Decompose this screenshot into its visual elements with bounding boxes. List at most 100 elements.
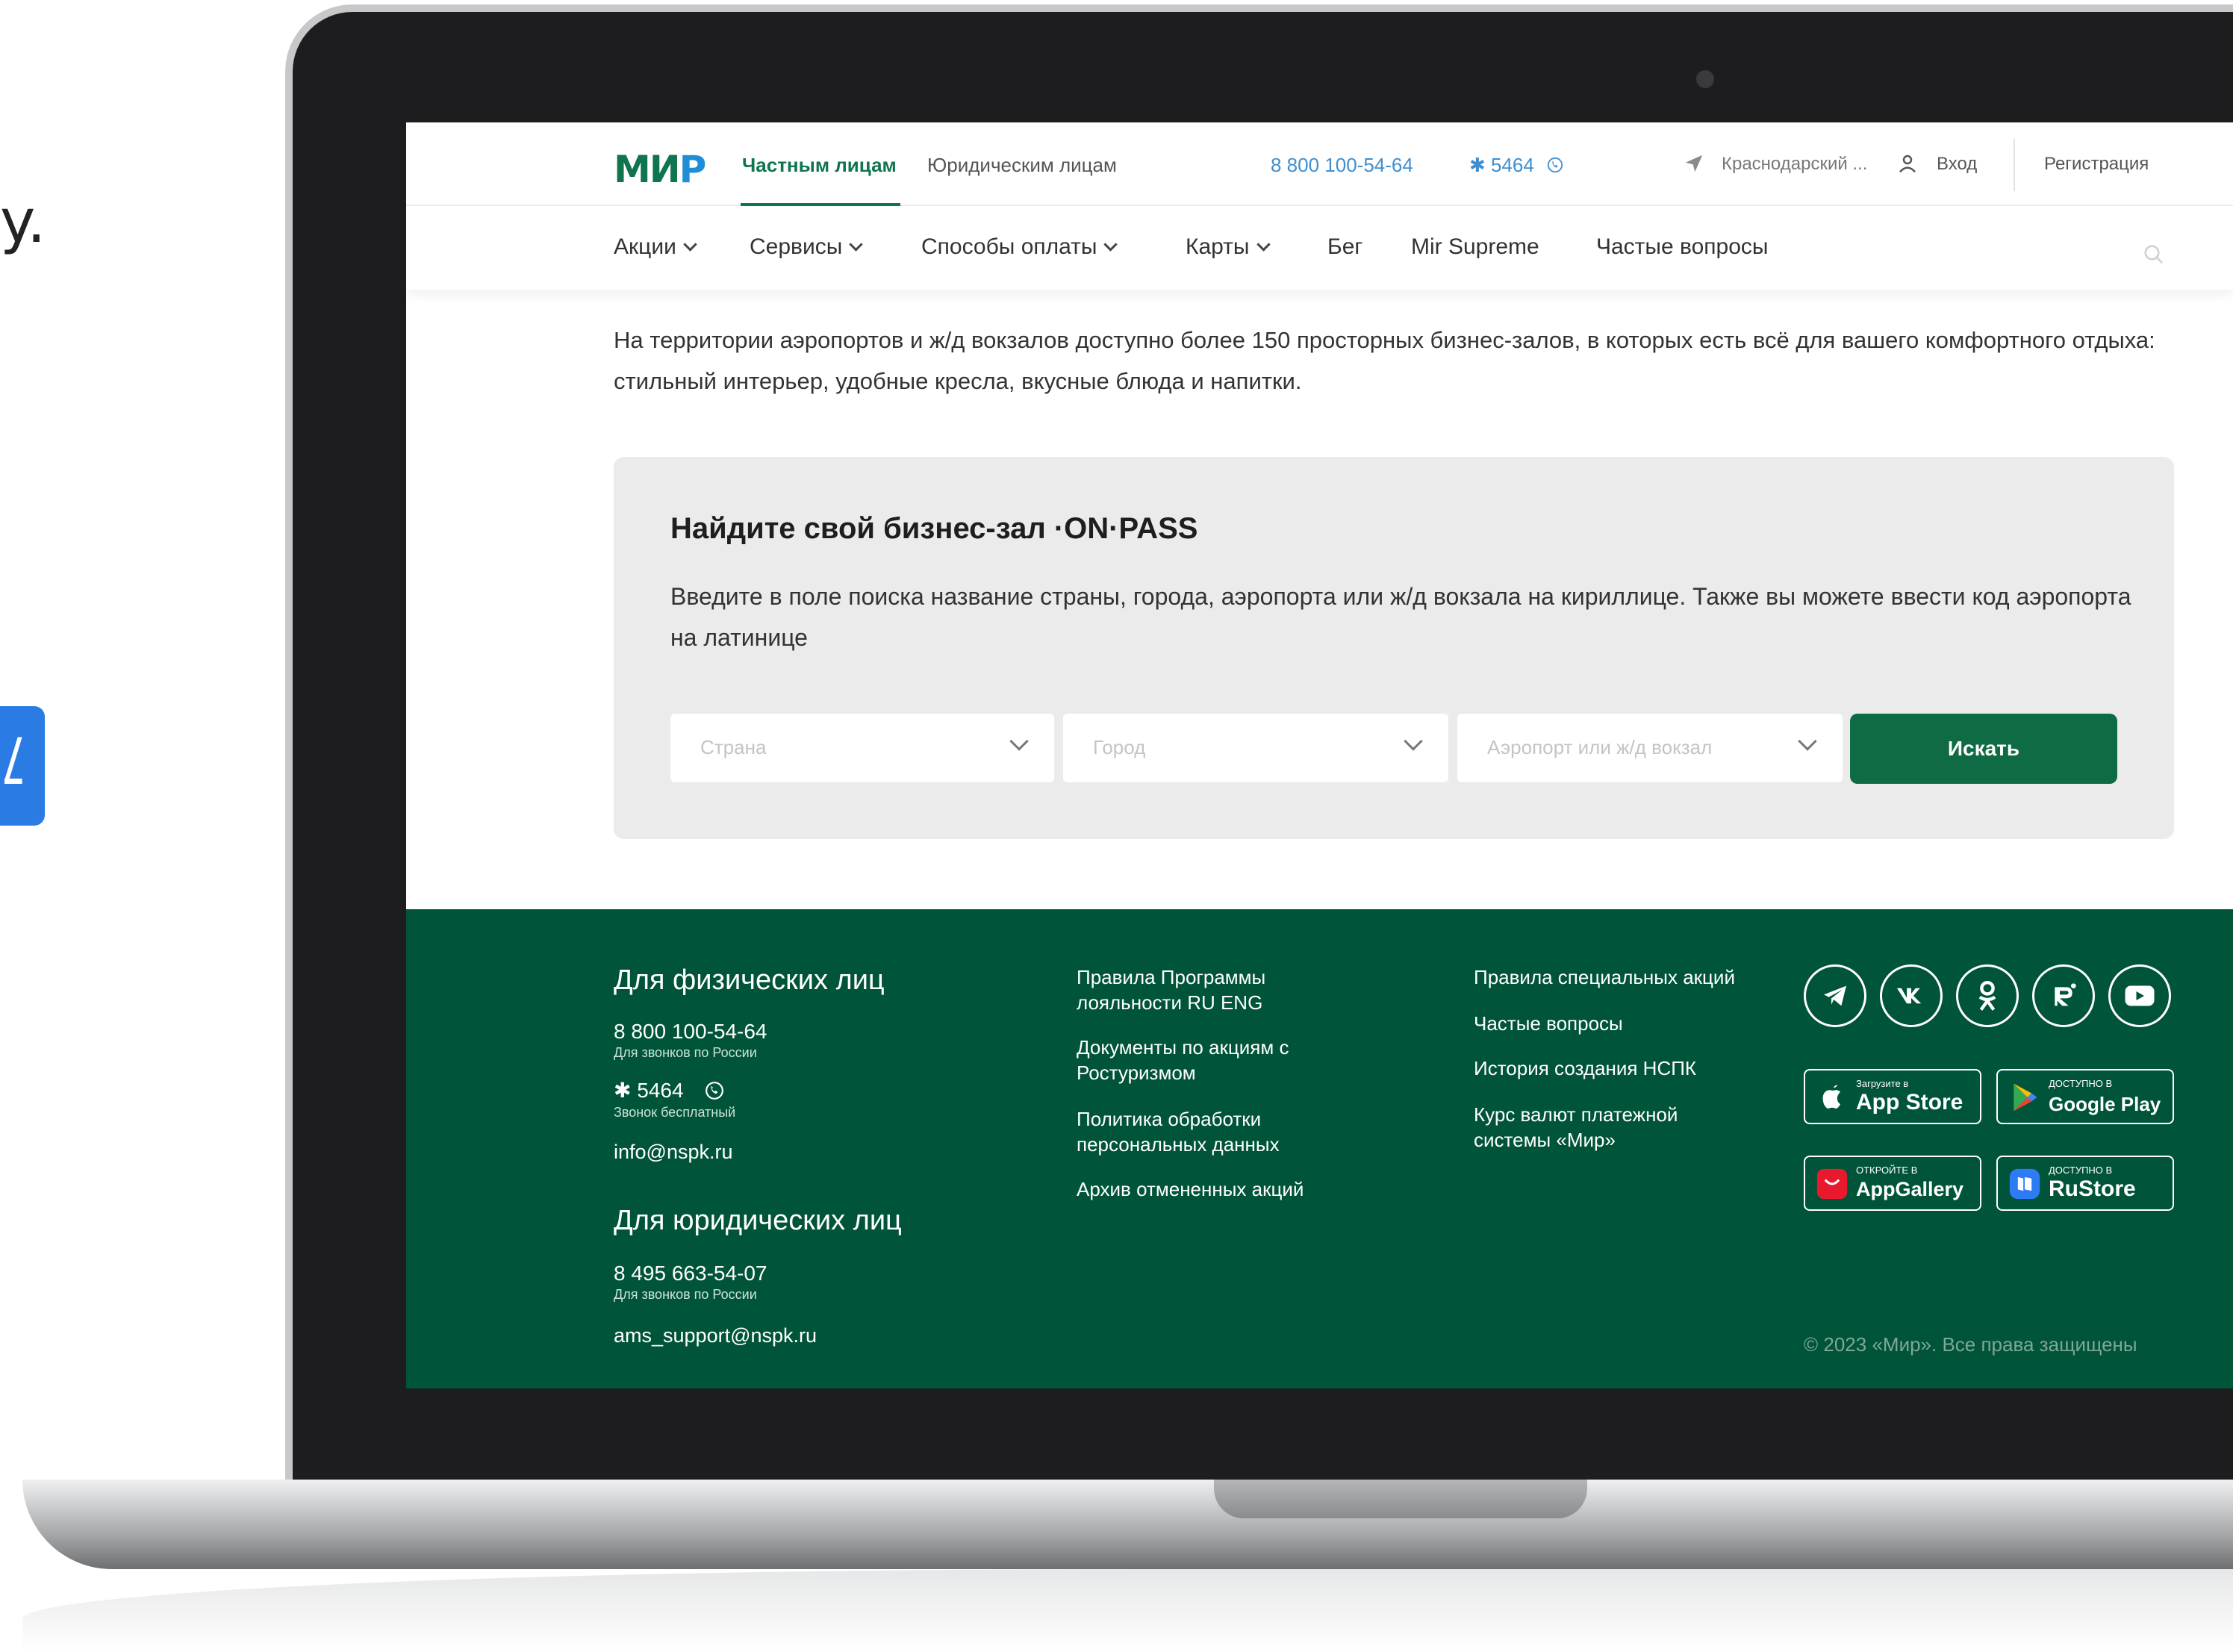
airport-placeholder: Аэропорт или ж/д вокзал — [1487, 736, 1713, 758]
menu-item-services[interactable]: Сервисы — [750, 234, 863, 260]
footer: Для физических лиц 8 800 100-54-64 Для з… — [406, 909, 2233, 1388]
slide-blue-tab: / — [0, 706, 45, 826]
active-tab-indicator — [741, 203, 900, 206]
logo-text-main: МИ — [614, 148, 681, 191]
menu-item-label: Акции — [614, 234, 676, 259]
header-phone-link[interactable]: 8 800 100-54-64 — [1271, 154, 1413, 177]
logo-text-accent: Р — [679, 148, 707, 191]
vk-icon[interactable] — [1880, 964, 1943, 1027]
google-play-icon — [2014, 1083, 2037, 1112]
region-selector[interactable]: Краснодарский ... — [1722, 154, 1867, 175]
slide-blue-tab-text: / — [4, 727, 22, 788]
chevron-down-icon — [1404, 732, 1423, 751]
store-caption: ОТКРОЙТЕ В — [1856, 1165, 1918, 1176]
footer-link-exchange-rates[interactable]: Курс валют платежной системы «Мир» — [1474, 1102, 1728, 1153]
footer-individuals-heading: Для физических лиц — [614, 964, 885, 996]
footer-short-number[interactable]: ✱ 5464 — [614, 1078, 684, 1103]
footer-legal-email[interactable]: ams_support@nspk.ru — [614, 1324, 817, 1347]
menu-item-promotions[interactable]: Акции — [614, 234, 697, 260]
youtube-icon[interactable] — [2108, 964, 2171, 1027]
search-icon[interactable] — [2143, 243, 2165, 266]
footer-link-cancelled-archive[interactable]: Архив отмененных акций — [1077, 1176, 1390, 1202]
header-short-number-link[interactable]: ✱ 5464 — [1469, 154, 1534, 177]
airport-station-select[interactable]: Аэропорт или ж/д вокзал — [1457, 714, 1843, 782]
copyright-text: © 2023 «Мир». Все права защищены — [1804, 1333, 2137, 1356]
store-name: Google Play — [2049, 1093, 2161, 1115]
mir-logo[interactable]: МИР — [614, 148, 707, 191]
footer-individuals-phone[interactable]: 8 800 100-54-64 — [614, 1020, 767, 1044]
app-gallery-badge[interactable]: ОТКРОЙТЕ В AppGallery — [1804, 1156, 1981, 1211]
login-link[interactable]: Вход — [1937, 154, 1977, 175]
chevron-down-icon — [1798, 732, 1817, 751]
apple-icon — [1822, 1085, 1840, 1109]
app-store-badge[interactable]: Загрузите в App Store — [1804, 1069, 1981, 1124]
menu-item-label: Бег — [1327, 234, 1363, 259]
footer-link-faq[interactable]: Частые вопросы — [1474, 1011, 1787, 1036]
menu-item-cards[interactable]: Карты — [1186, 234, 1271, 260]
footer-phone-note: Для звонков по России — [614, 1045, 757, 1060]
telegram-icon[interactable] — [1804, 964, 1866, 1027]
footer-legal-heading: Для юридических лиц — [614, 1205, 902, 1236]
rustore-badge[interactable]: ДОСТУПНО В RuStore — [1996, 1156, 2174, 1211]
city-placeholder: Город — [1093, 736, 1146, 758]
footer-link-rosturizm-docs[interactable]: Документы по акциям с Ростуризмом — [1077, 1035, 1353, 1085]
laptop-base — [22, 1480, 2233, 1569]
chevron-down-icon — [1103, 237, 1118, 252]
header-divider — [2014, 139, 2015, 191]
laptop-base-reflection — [22, 1569, 2233, 1652]
footer-link-loyalty-rules[interactable]: Правила Программы лояльности RU ENG — [1077, 964, 1323, 1015]
chevron-down-icon — [1256, 237, 1271, 252]
finder-title: Найдите свой бизнес-зал ·ON·PASS — [670, 512, 1198, 545]
odnoklassniki-icon[interactable] — [1956, 964, 2019, 1027]
menu-item-running[interactable]: Бег — [1327, 234, 1362, 260]
chevron-down-icon — [683, 237, 697, 252]
store-caption: Загрузите в — [1856, 1078, 1909, 1089]
city-select[interactable]: Город — [1063, 714, 1448, 782]
footer-link-special-rules[interactable]: Правила специальных акций — [1474, 964, 1787, 990]
menu-item-faq[interactable]: Частые вопросы — [1596, 234, 1768, 260]
user-icon — [1899, 155, 1916, 173]
search-button[interactable]: Искать — [1850, 714, 2117, 784]
country-placeholder: Страна — [700, 736, 767, 758]
store-name: AppGallery — [1856, 1178, 1964, 1200]
footer-legal-phone-note: Для звонков по России — [614, 1287, 757, 1302]
lounge-finder-panel: Найдите свой бизнес-зал ·ON·PASS Введите… — [614, 457, 2174, 839]
huawei-appgallery-icon — [1816, 1168, 1848, 1200]
menu-item-label: Способы оплаты — [921, 234, 1097, 259]
laptop-notch — [1214, 1480, 1587, 1518]
menu-item-label: Сервисы — [750, 234, 843, 259]
tab-legal-entities[interactable]: Юридическим лицам — [927, 154, 1117, 177]
menu-item-label: Карты — [1186, 234, 1250, 259]
register-link[interactable]: Регистрация — [2044, 154, 2149, 175]
google-play-badge[interactable]: ДОСТУПНО В Google Play — [1996, 1069, 2174, 1124]
location-arrow-icon — [1685, 155, 1703, 172]
store-name: RuStore — [2049, 1176, 2136, 1201]
menu-item-mir-supreme[interactable]: Mir Supreme — [1411, 234, 1539, 260]
menu-item-payment-methods[interactable]: Способы оплаты — [921, 234, 1118, 260]
store-name: App Store — [1856, 1090, 1963, 1115]
phone-circle-icon — [706, 1082, 723, 1100]
chevron-down-icon — [1009, 732, 1029, 751]
phone-circle-icon — [1547, 157, 1563, 173]
footer-link-privacy-policy[interactable]: Политика обработки персональных данных — [1077, 1106, 1323, 1157]
main-menu: Акции Сервисы Способы оплаты Карты Бег M… — [406, 208, 2233, 290]
rustore-icon — [2009, 1168, 2040, 1200]
slide-text-fragment: y. — [0, 187, 46, 256]
tab-individuals[interactable]: Частным лицам — [742, 154, 897, 177]
header-top: МИР Частным лицам Юридическим лицам 8 80… — [406, 122, 2233, 206]
footer-individuals-email[interactable]: info@nspk.ru — [614, 1141, 732, 1164]
menu-item-label: Mir Supreme — [1411, 234, 1539, 259]
menu-item-label: Частые вопросы — [1596, 234, 1769, 259]
browser-screen: МИР Частным лицам Юридическим лицам 8 80… — [406, 122, 2233, 1388]
chevron-down-icon — [849, 237, 863, 252]
finder-description: Введите в поле поиска название страны, г… — [670, 583, 2131, 651]
footer-link-nspk-history[interactable]: История создания НСПК — [1474, 1056, 1787, 1081]
footer-short-note: Звонок бесплатный — [614, 1105, 736, 1120]
store-caption: ДОСТУПНО В — [2049, 1078, 2113, 1089]
lounge-intro-text: На территории аэропортов и ж/д вокзалов … — [614, 327, 2155, 394]
country-select[interactable]: Страна — [670, 714, 1054, 782]
store-caption: ДОСТУПНО В — [2049, 1165, 2113, 1176]
webcam-icon — [1696, 70, 1714, 88]
footer-legal-phone[interactable]: 8 495 663-54-07 — [614, 1262, 767, 1285]
rutube-icon[interactable] — [2032, 964, 2095, 1027]
